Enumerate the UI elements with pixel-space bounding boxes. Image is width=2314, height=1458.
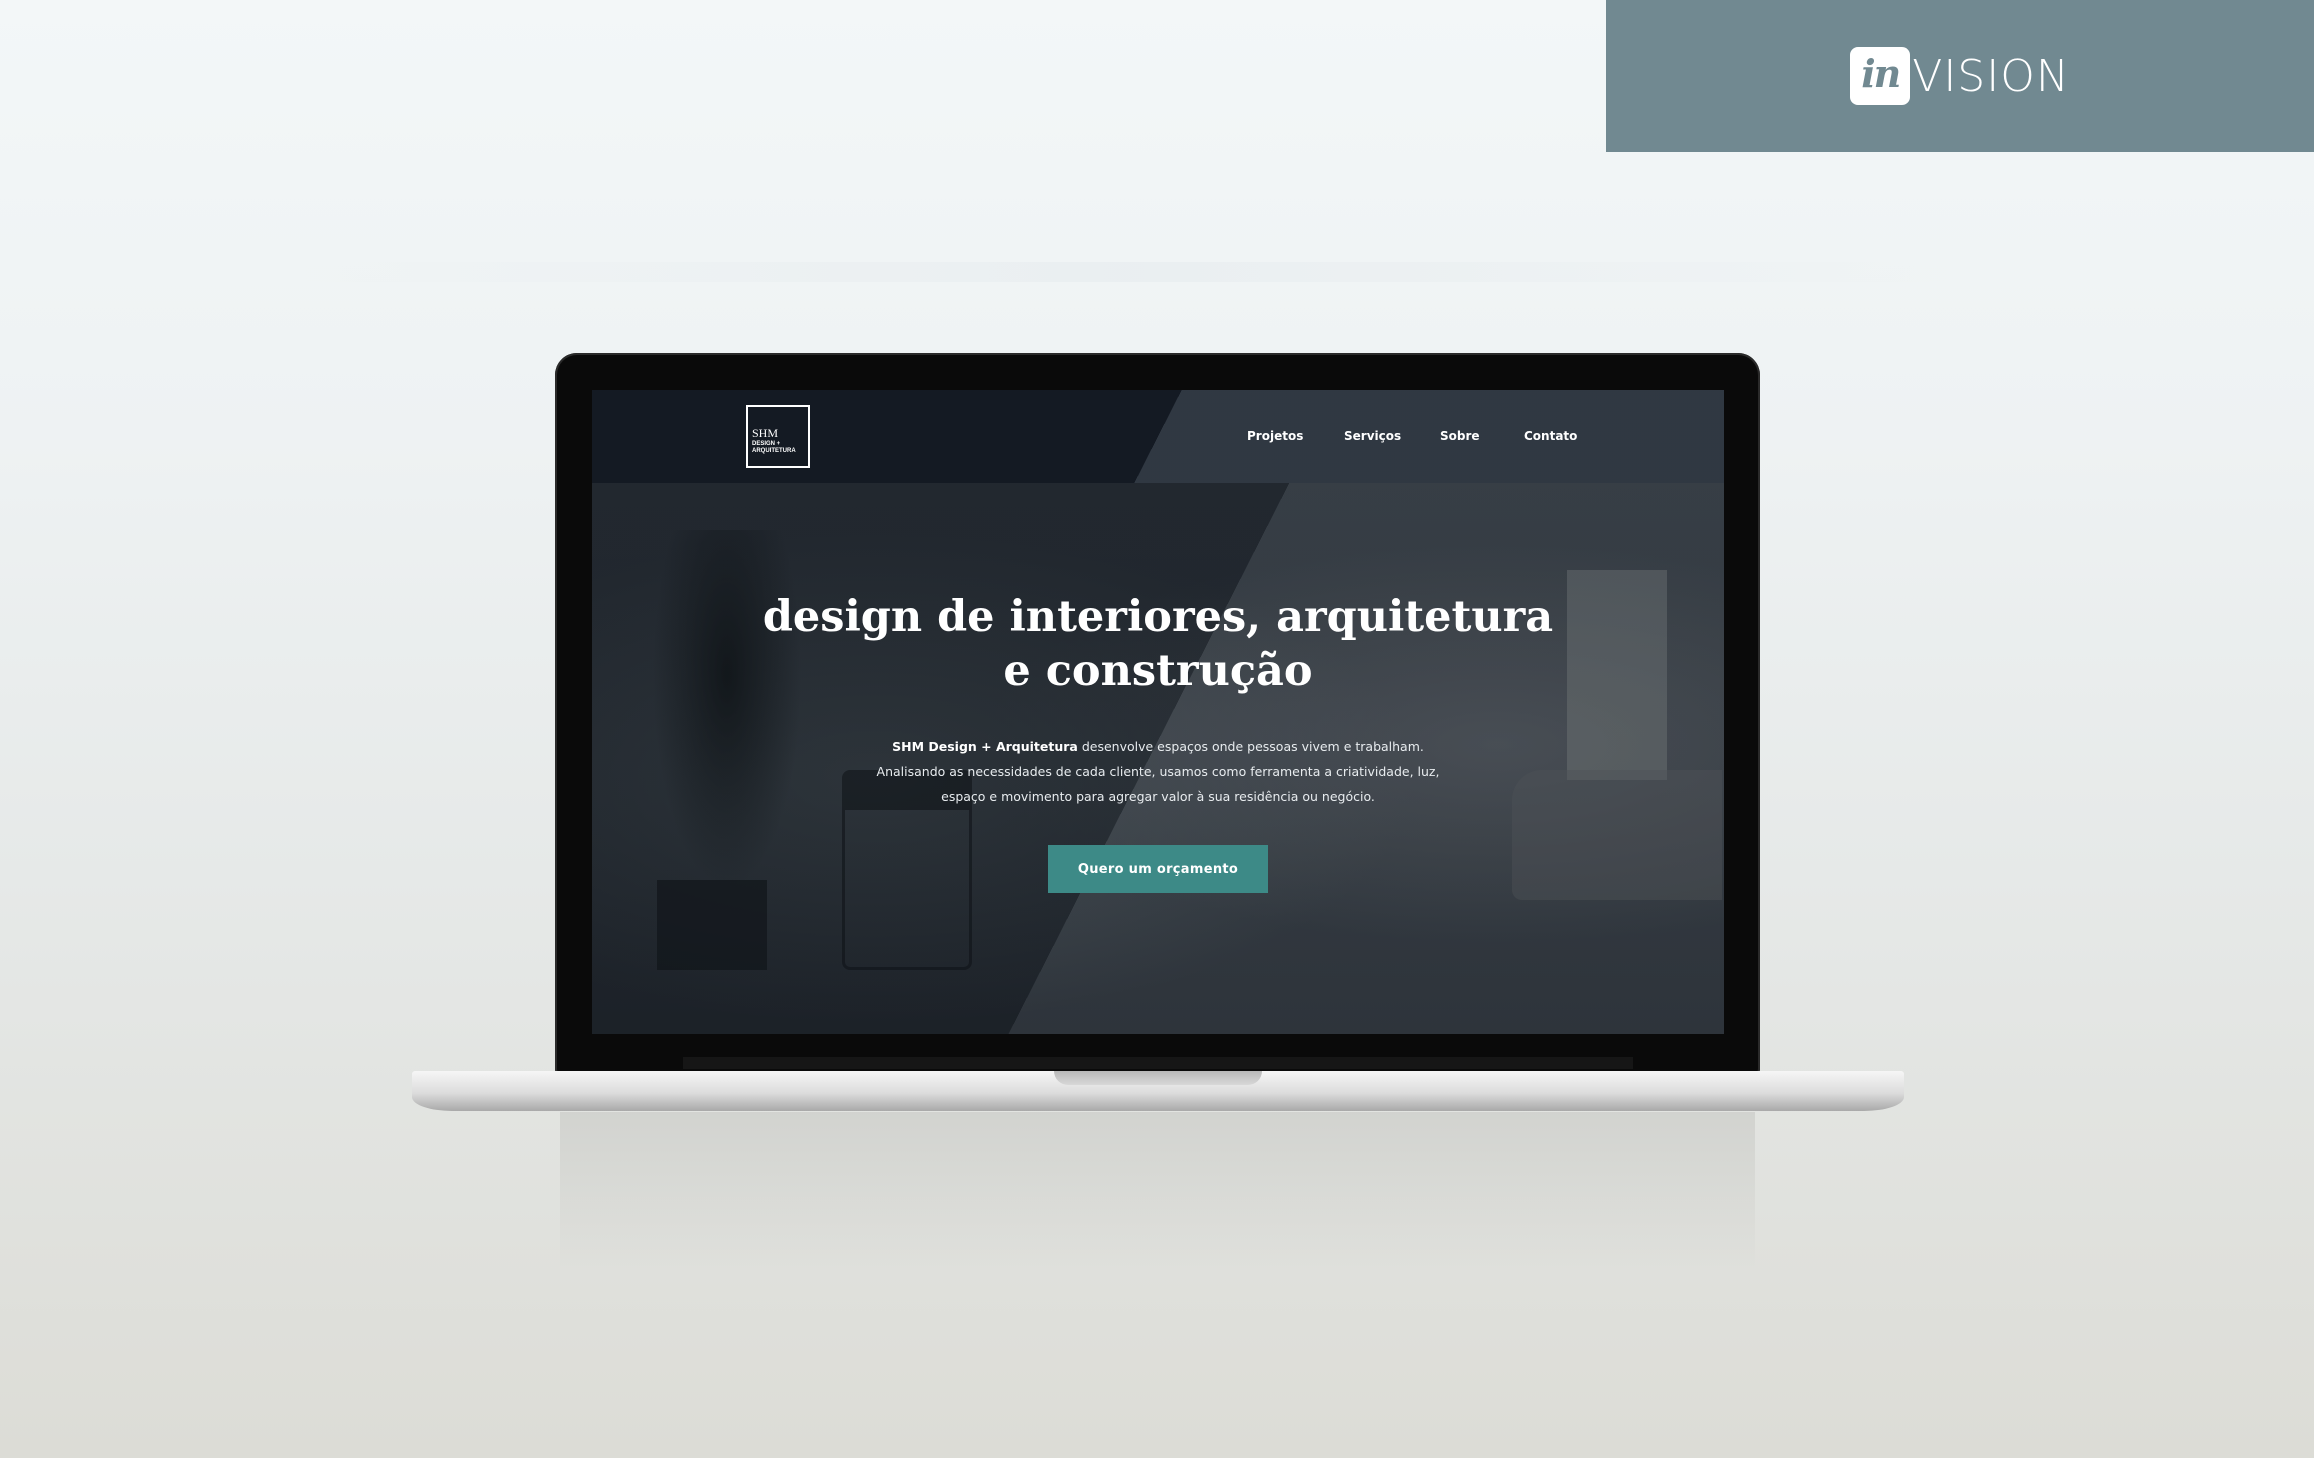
laptop-reflection (560, 1112, 1755, 1272)
invision-logo: in VISION (1850, 47, 2070, 105)
site-navbar: SHM DESIGN + ARQUITETURA Projetos Serviç… (592, 390, 1724, 483)
intro-text-1: desenvolve espaços onde pessoas vivem e … (1077, 739, 1424, 754)
laptop-opening-notch (1054, 1071, 1262, 1085)
screen-glare (592, 390, 1724, 1034)
nav-link-contato[interactable]: Contato (1524, 429, 1577, 443)
quote-request-button[interactable]: Quero um orçamento (1048, 845, 1268, 893)
nav-menu: Projetos Serviços Sobre Contato (592, 429, 1724, 445)
intro-brand: SHM Design + Arquitetura (892, 739, 1078, 754)
nav-link-projetos[interactable]: Projetos (1247, 429, 1303, 443)
logo-line2: ARQUITETURA (752, 448, 796, 454)
background-haze (300, 262, 1950, 282)
intro-text-3: espaço e movimento para agregar valor à … (941, 789, 1375, 804)
nav-link-sobre[interactable]: Sobre (1440, 429, 1480, 443)
hero-headline: design de interiores, arquitetura e cons… (762, 592, 1554, 696)
nav-link-servicos[interactable]: Serviços (1344, 429, 1401, 443)
invision-wordmark: VISION (1912, 50, 2070, 102)
invision-in-mark: in (1850, 47, 1911, 105)
laptop-hinge (683, 1057, 1633, 1069)
laptop-screen: SHM DESIGN + ARQUITETURA Projetos Serviç… (592, 390, 1724, 1034)
intro-text-2: Analisando as necessidades de cada clien… (876, 764, 1440, 779)
hero-intro: SHM Design + Arquitetura desenvolve espa… (812, 734, 1504, 809)
invision-badge: in VISION (1606, 0, 2314, 152)
